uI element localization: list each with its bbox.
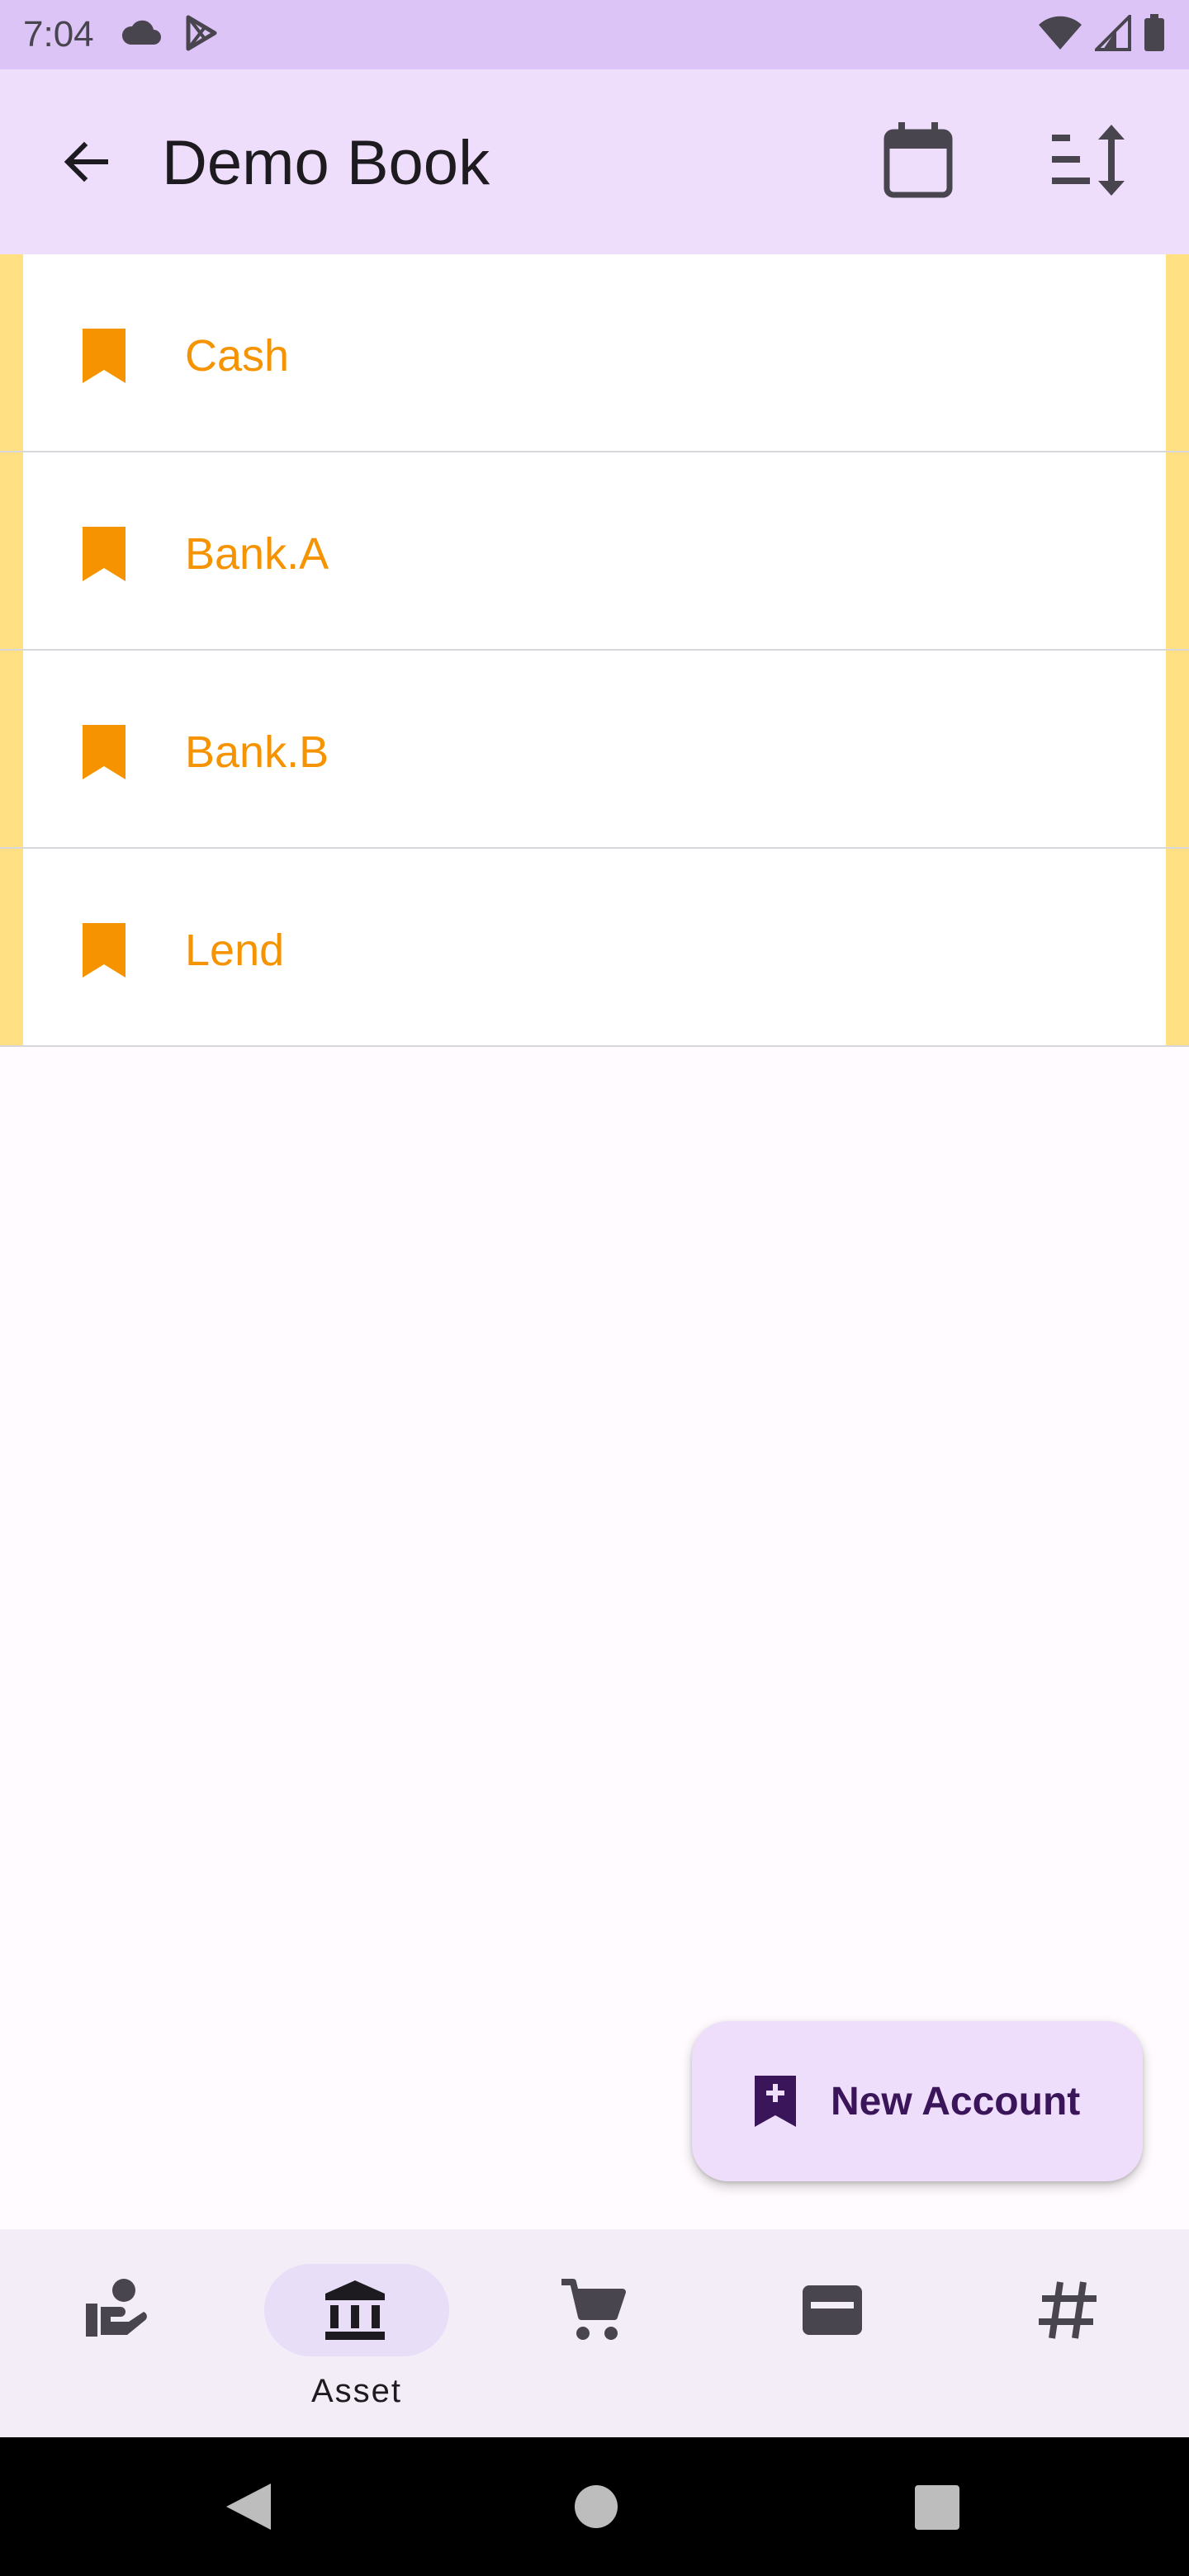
play-store-icon (182, 14, 220, 56)
bookmark-icon (83, 923, 126, 978)
status-bar: 7:04 (0, 0, 1189, 69)
list-item[interactable]: Cash (0, 254, 1189, 452)
account-label: Cash (185, 331, 290, 381)
credit-card-icon (803, 2285, 862, 2335)
nav-label-asset: Asset (310, 2373, 403, 2409)
system-recents-icon[interactable] (915, 2485, 959, 2530)
system-home-icon[interactable] (573, 2484, 619, 2530)
account-list: Cash Bank.A Bank.B Lend (0, 254, 1189, 1047)
arrow-back-icon (64, 141, 108, 182)
bank-icon (325, 2280, 385, 2340)
list-item[interactable]: Lend (0, 849, 1189, 1047)
sort-button[interactable] (1049, 119, 1131, 201)
cloud-icon (119, 20, 162, 50)
list-item[interactable]: Bank.B (0, 651, 1189, 849)
status-time: 7:04 (23, 14, 94, 54)
bookmark-icon (83, 725, 126, 779)
bookmark-icon (83, 329, 126, 383)
bookmark-add-icon (755, 2076, 796, 2127)
calendar-button[interactable] (877, 119, 959, 201)
system-navigation-bar (0, 2437, 1189, 2576)
calendar-icon (883, 122, 953, 198)
new-account-label: New Account (831, 2080, 1081, 2124)
wifi-icon (1037, 15, 1083, 55)
back-button[interactable] (48, 124, 124, 200)
list-item[interactable]: Bank.A (0, 452, 1189, 651)
nav-item-asset[interactable]: Asset (238, 2229, 476, 2437)
bottom-navigation: Asset (0, 2229, 1189, 2437)
bookmark-icon (83, 527, 126, 581)
income-hand-icon (86, 2279, 147, 2337)
account-label: Bank.B (185, 727, 329, 777)
system-back-icon[interactable] (221, 2480, 274, 2533)
new-account-button[interactable]: New Account (692, 2021, 1143, 2181)
nav-item-tags[interactable] (951, 2229, 1189, 2437)
nav-item-card[interactable] (713, 2229, 951, 2437)
account-label: Bank.A (185, 529, 329, 579)
account-label: Lend (185, 926, 285, 975)
signal-icon (1092, 12, 1131, 55)
cart-icon (561, 2279, 626, 2340)
battery-icon (1143, 13, 1166, 56)
nav-item-shopping[interactable] (476, 2229, 713, 2437)
nav-item-income[interactable] (0, 2229, 238, 2437)
hashtag-icon (1039, 2281, 1097, 2339)
sort-icon (1052, 125, 1125, 196)
app-bar: Demo Book (0, 69, 1189, 254)
page-title: Demo Book (162, 128, 490, 198)
